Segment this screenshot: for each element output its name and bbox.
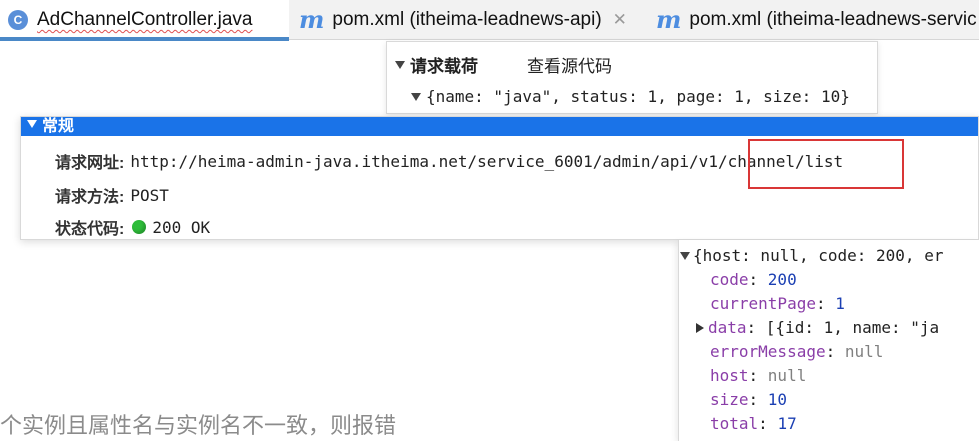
request-url-label: 请求网址: — [55, 155, 125, 172]
payload-body-text: {name: "java", status: 1, page: 1, size:… — [426, 87, 850, 106]
response-field-value: [{id: 1, name: "ja — [765, 318, 940, 337]
request-payload-panel: 请求载荷 查看源代码 {name: "java", status: 1, pag… — [386, 41, 878, 114]
general-section-header[interactable]: 常规 — [21, 117, 978, 136]
colon-separator: : — [748, 366, 768, 385]
response-field-key: code — [710, 270, 749, 289]
response-field-key: total — [710, 414, 759, 433]
response-field-value: null — [767, 366, 807, 385]
tab-pom-api[interactable]: m pom.xml (itheima-leadnews-api) ✕ — [299, 0, 639, 40]
colon-separator: : — [758, 414, 778, 433]
response-field-value: null — [844, 342, 884, 361]
colon-separator: : — [815, 294, 836, 313]
colon-separator: : — [748, 270, 768, 289]
colon-separator: : — [825, 342, 845, 361]
response-field-data[interactable]: data: [{id: 1, name: "ja — [696, 318, 939, 337]
response-field-value: 200 — [767, 270, 797, 289]
general-title: 常规 — [42, 118, 75, 135]
background-caption: 个实例且属性名与实例名不一致，则报错 — [0, 414, 397, 439]
response-field-key: errorMessage — [710, 342, 826, 361]
payload-section-toggle[interactable]: 请求载荷 — [395, 52, 478, 77]
view-source-link[interactable]: 查看源代码 — [527, 52, 612, 77]
tab-label: AdChannelController.java — [37, 9, 253, 30]
colon-separator: : — [748, 390, 768, 409]
status-ok-icon — [132, 220, 147, 234]
response-field-code: code: 200 — [710, 270, 797, 289]
colon-separator: : — [746, 318, 766, 337]
close-icon[interactable]: ✕ — [613, 10, 627, 30]
request-url-row: 请求网址: http://heima-admin-java.itheima.ne… — [55, 149, 843, 173]
response-field-value: 1 — [835, 294, 845, 313]
response-field-key: data — [708, 318, 747, 337]
status-code-value: 200 OK — [152, 217, 211, 237]
java-class-icon: C — [8, 10, 28, 30]
response-field-key: size — [710, 390, 749, 409]
response-root[interactable]: {host: null, code: 200, er — [680, 246, 943, 265]
request-method-row: 请求方法: POST — [55, 183, 169, 207]
tab-label: pom.xml (itheima-leadnews-api) — [332, 9, 602, 30]
response-field-total: total: 17 — [710, 414, 797, 433]
status-code-label: 状态代码: — [55, 221, 125, 238]
request-method-label: 请求方法: — [55, 189, 125, 206]
response-field-errorMessage: errorMessage: null — [710, 342, 883, 361]
response-field-value: 17 — [777, 414, 797, 433]
expand-triangle-icon — [411, 92, 421, 101]
payload-title: 请求载荷 — [410, 57, 478, 76]
collapse-triangle-icon — [395, 60, 405, 69]
response-field-currentPage: currentPage: 1 — [710, 294, 845, 313]
tab-pom-service[interactable]: m pom.xml (itheima-leadnews-servic — [656, 0, 979, 40]
tab-adchannelcontroller[interactable]: C AdChannelController.java — [0, 0, 289, 41]
response-summary: {host: null, code: 200, er — [693, 246, 944, 265]
editor-tab-bar: C AdChannelController.java m pom.xml (it… — [0, 0, 979, 41]
response-field-key: currentPage — [710, 294, 816, 313]
payload-body[interactable]: {name: "java", status: 1, page: 1, size:… — [411, 87, 850, 106]
general-panel: 常规 请求网址: http://heima-admin-java.itheima… — [20, 116, 979, 240]
request-url-value: http://heima-admin-java.itheima.net/serv… — [130, 151, 844, 171]
maven-icon: m — [656, 5, 682, 34]
response-field-key: host — [710, 366, 749, 385]
response-field-value: 10 — [767, 390, 788, 409]
expand-triangle-icon — [680, 251, 690, 260]
maven-icon: m — [299, 5, 325, 34]
status-code-row: 状态代码: 200 OK — [55, 215, 210, 239]
collapse-triangle-icon — [27, 120, 37, 128]
response-preview-panel: {host: null, code: 200, er code: 200 curr… — [678, 240, 979, 441]
tab-label: pom.xml (itheima-leadnews-servic — [689, 9, 977, 30]
response-field-size: size: 10 — [710, 390, 787, 409]
request-method-value: POST — [130, 185, 169, 205]
expand-triangle-icon — [696, 322, 704, 333]
response-field-host: host: null — [710, 366, 806, 385]
